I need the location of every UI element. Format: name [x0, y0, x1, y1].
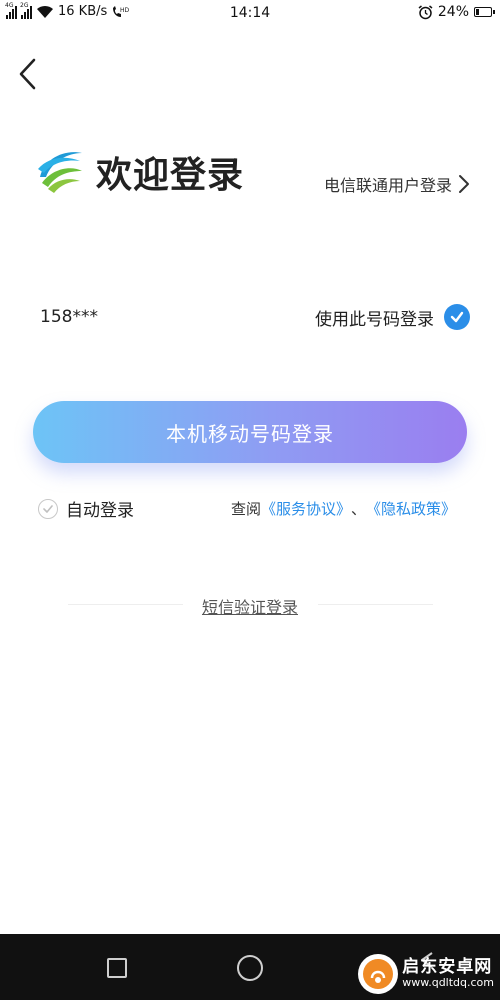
auto-login-option[interactable]: 自动登录: [38, 496, 134, 521]
sms-login-label[interactable]: 短信验证登录: [202, 598, 298, 617]
watermark-text: 启东安卓网 www.qdltdq.com: [402, 957, 494, 990]
service-agreement-link[interactable]: 《服务协议》: [261, 498, 351, 519]
back-arrow-icon[interactable]: [14, 56, 44, 92]
battery-fill: [476, 9, 479, 15]
status-bar: 4G 2G 16 KB/s HD 14:14 24%: [0, 0, 500, 28]
other-carrier-login-label: 电信联通用户登录: [323, 176, 452, 195]
checkmark-icon: [450, 311, 464, 323]
china-mobile-logo-icon: [38, 152, 82, 193]
watermark-logo-icon: [358, 954, 399, 994]
check-circle-icon[interactable]: [444, 304, 470, 330]
home-circle-icon[interactable]: [237, 955, 263, 981]
other-carrier-login-link[interactable]: 电信联通用户登录: [324, 172, 470, 196]
alarm-icon: [418, 4, 433, 19]
battery-percent: 24%: [437, 4, 469, 20]
page-title: 欢迎登录: [96, 155, 245, 196]
watermark-title: 启东安卓网: [402, 957, 493, 978]
battery-icon: [474, 7, 495, 17]
auto-login-label: 自动登录: [66, 501, 134, 521]
check-icon: [43, 504, 53, 513]
use-this-number-option[interactable]: 使用此号码登录: [315, 304, 470, 330]
watermark-badge-icon: [363, 959, 394, 989]
mobile-number-login-button[interactable]: 本机移动号码登录: [33, 401, 467, 463]
watermark-url: www.qdltdq.com: [402, 976, 494, 990]
terms-separator: 、: [350, 500, 366, 518]
status-right-group: 24%: [418, 4, 495, 20]
masked-phone-number: 158***: [40, 307, 98, 327]
sms-verification-login-link: 短信验证登录: [0, 594, 500, 618]
terms-row: 查阅 《服务协议》 、 《隐私政策》: [231, 498, 456, 519]
privacy-policy-link[interactable]: 《隐私政策》: [366, 498, 456, 519]
watermark: 启东安卓网 www.qdltdq.com: [358, 954, 494, 994]
terms-prefix: 查阅: [230, 500, 261, 518]
auto-login-checkbox[interactable]: [38, 498, 58, 519]
use-number-label: 使用此号码登录: [315, 309, 434, 330]
recents-square-icon[interactable]: [107, 958, 127, 978]
chevron-right-icon: [459, 175, 469, 193]
